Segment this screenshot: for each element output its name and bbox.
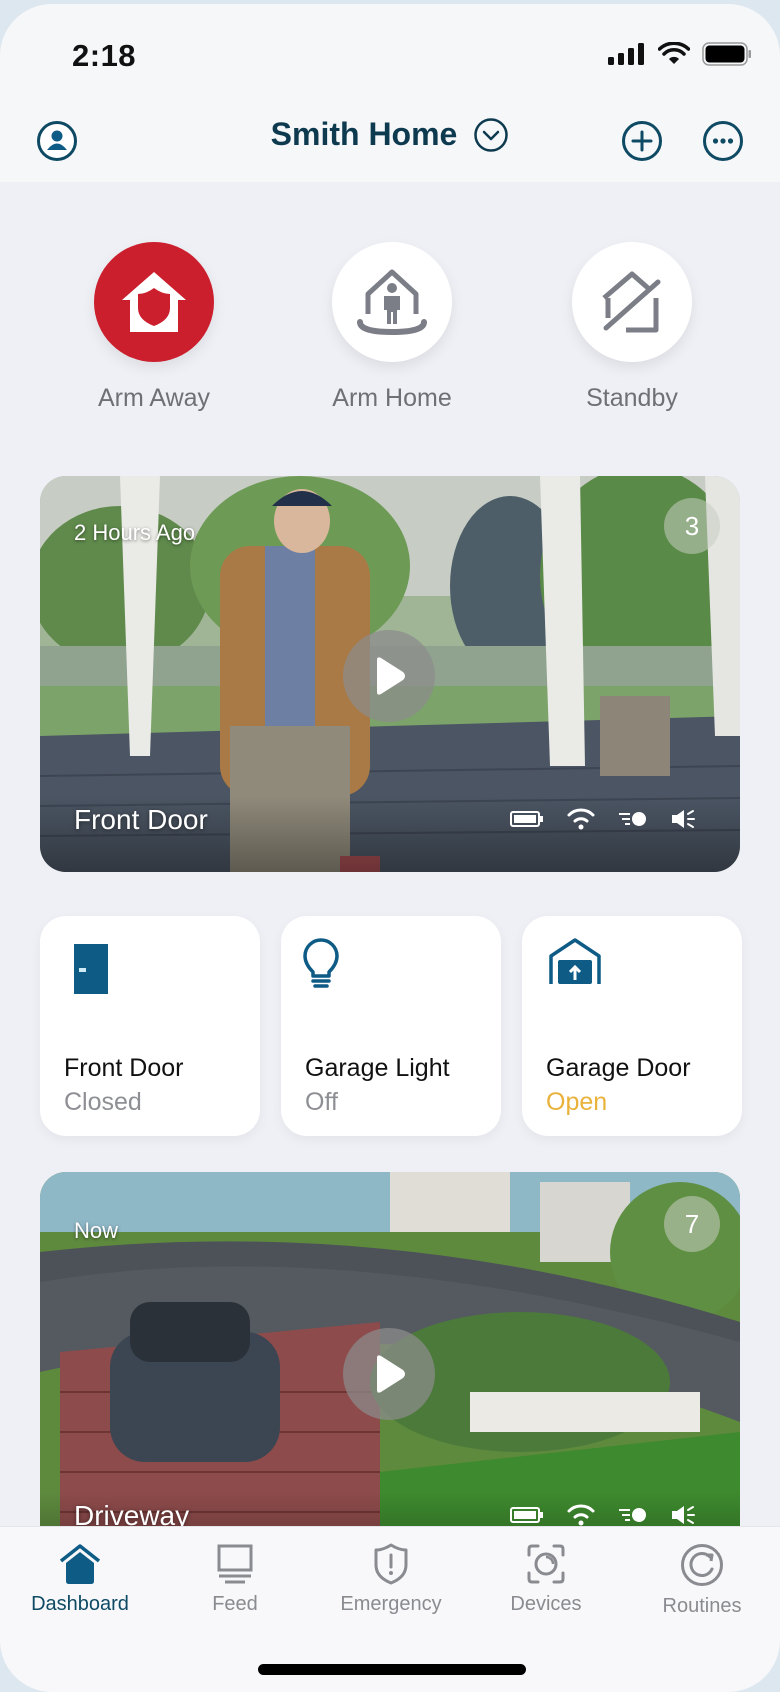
tile-garage-door[interactable]: Garage Door Open	[522, 916, 742, 1136]
chevron-down-icon	[474, 117, 509, 152]
tile-name: Front Door	[64, 1054, 184, 1082]
arm-away-circle	[94, 242, 214, 362]
dashboard-home-icon	[59, 1544, 101, 1584]
camera-timestamp: 2 Hours Ago	[74, 520, 196, 545]
arm-away-label: Arm Away	[97, 384, 211, 412]
camera-status-icons	[510, 808, 696, 830]
door-icon	[74, 944, 108, 994]
more-icon	[703, 121, 743, 161]
standby-circle	[572, 242, 692, 362]
status-icons	[608, 42, 752, 66]
standby-label: Standby	[586, 384, 678, 412]
home-indicator[interactable]	[258, 1664, 526, 1675]
feed-icon	[217, 1544, 253, 1584]
play-icon	[377, 657, 405, 695]
wifi-status-icon	[567, 1504, 595, 1526]
battery-status-icon	[510, 1507, 543, 1523]
device-tiles: Front Door Closed Garage Light Off Garag…	[40, 916, 742, 1136]
camera-name: Front Door	[74, 804, 208, 835]
shield-alert-icon	[374, 1543, 408, 1585]
standby-button[interactable]: Standby	[532, 242, 732, 413]
play-icon	[377, 1355, 405, 1393]
garage-icon	[549, 938, 601, 984]
light-bulb-icon	[303, 938, 339, 988]
speaker-icon	[672, 810, 695, 828]
tab-routines[interactable]: Routines	[627, 1543, 777, 1618]
tab-label: Routines	[662, 1595, 742, 1617]
arm-home-label: Arm Home	[332, 384, 452, 412]
tile-name: Garage Door	[546, 1054, 691, 1082]
header-area: 2:18 Smith Home	[0, 4, 780, 182]
wifi-status-icon	[567, 808, 595, 830]
tile-front-door[interactable]: Front Door Closed	[40, 916, 260, 1136]
tile-garage-light[interactable]: Garage Light Off	[281, 916, 501, 1136]
camera-card-front-door[interactable]: 2 Hours Ago 3 Front Door	[40, 476, 740, 872]
tile-state: Closed	[64, 1088, 142, 1116]
routines-icon	[681, 1544, 723, 1586]
play-button[interactable]	[343, 1328, 435, 1420]
tab-label: Emergency	[340, 1593, 442, 1615]
phone-screen: 2:18 Smith Home Arm Away Arm Home Standb…	[0, 4, 780, 1692]
tile-state: Open	[546, 1088, 608, 1116]
speaker-icon	[672, 1506, 695, 1524]
page-title: Smith Home	[270, 116, 458, 152]
event-count-badge[interactable]: 7	[664, 1196, 720, 1252]
tile-name: Garage Light	[305, 1054, 450, 1082]
camera-timestamp: Now	[74, 1218, 119, 1243]
tab-label: Feed	[212, 1593, 258, 1615]
tile-state: Off	[305, 1088, 338, 1116]
play-button[interactable]	[343, 630, 435, 722]
tab-dashboard[interactable]: Dashboard	[5, 1543, 155, 1616]
devices-camera-icon	[527, 1544, 565, 1584]
motion-light-icon	[619, 812, 646, 826]
tab-devices[interactable]: Devices	[471, 1543, 621, 1616]
tab-feed[interactable]: Feed	[160, 1543, 310, 1616]
status-time: 2:18	[72, 38, 137, 73]
motion-light-icon	[619, 1508, 646, 1522]
arm-away-button[interactable]: Arm Away	[54, 242, 254, 413]
tab-label: Devices	[510, 1593, 582, 1615]
home-selector[interactable]: Smith Home	[0, 116, 780, 153]
more-options-button[interactable]	[702, 120, 744, 162]
camera-card-driveway[interactable]: Now 7 Driveway	[40, 1172, 740, 1568]
battery-icon	[702, 42, 751, 66]
battery-status-icon	[510, 811, 543, 827]
arm-home-button[interactable]: Arm Home	[292, 242, 492, 413]
cellular-signal-icon	[608, 43, 644, 65]
add-button[interactable]	[621, 120, 663, 162]
camera-status-icons	[510, 1504, 696, 1526]
plus-icon	[622, 121, 662, 161]
arm-home-icon	[357, 269, 427, 336]
wifi-icon	[658, 42, 690, 64]
standby-icon	[602, 271, 661, 333]
arm-home-circle	[332, 242, 452, 362]
tab-emergency[interactable]: Emergency	[316, 1543, 466, 1616]
arm-away-icon	[122, 272, 186, 332]
tab-label: Dashboard	[31, 1593, 129, 1615]
event-count-badge[interactable]: 3	[664, 498, 720, 554]
